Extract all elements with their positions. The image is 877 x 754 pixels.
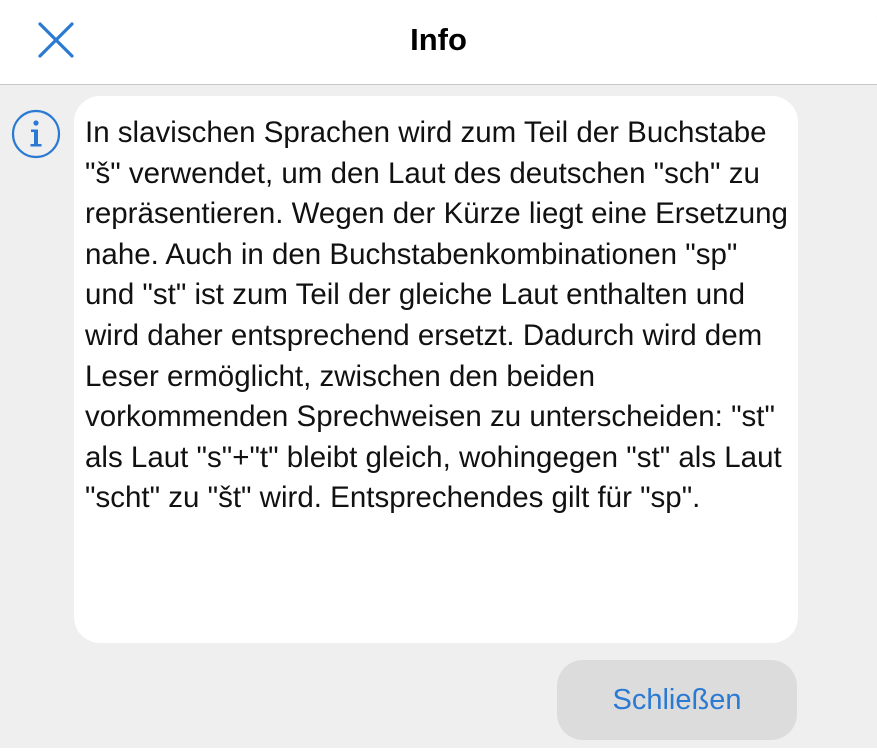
info-message: In slavischen Sprachen wird zum Teil der… (85, 116, 788, 515)
bottom-edge (0, 748, 877, 754)
dialog-title: Info (410, 22, 467, 57)
dialog-header: Info (0, 0, 877, 85)
info-dialog: Info In slavischen Sprachen wird zum Tei… (0, 0, 877, 754)
info-icon (11, 109, 61, 159)
message-card: In slavischen Sprachen wird zum Teil der… (74, 96, 798, 643)
close-button[interactable] (30, 16, 82, 64)
close-icon (38, 22, 74, 58)
schliessen-button[interactable]: Schließen (557, 660, 797, 740)
